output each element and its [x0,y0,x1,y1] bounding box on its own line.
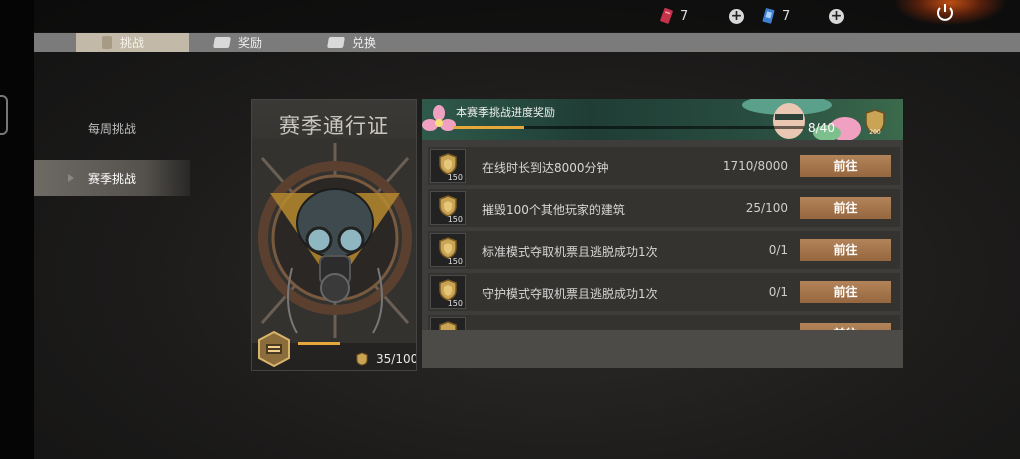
tab-label: 兑换 [352,36,377,50]
sidenav-label: 每周挑战 [87,121,136,136]
go-button[interactable]: 前往 [800,239,891,261]
reward-amount: 150 [447,173,463,182]
blue-card-icon [762,8,775,24]
banner-progress-track [454,126,804,129]
banner-progress-fill [454,126,524,129]
go-button[interactable]: 前往 [800,155,891,177]
season-pass-title: 赛季通行证 [279,114,389,138]
side-handle[interactable] [0,95,8,135]
sidenav-weekly-challenge[interactable]: 每周挑战 [34,110,190,146]
shield-coin-icon [439,321,457,330]
shield-coin-icon [439,153,457,175]
challenge-description: 标准模式夺取机票且逃脱成功1次 [482,245,658,259]
season-pass-card[interactable]: 赛季通行证 35/100 [251,99,417,371]
shield-coin-icon [439,195,457,217]
flower-decoration [422,105,456,131]
red-ticket-icon [660,8,673,24]
season-pass-progress-bar [298,342,340,345]
shield-coin-icon [356,352,368,366]
challenge-progress: 0/1 [768,285,788,299]
rank-badge-icon [258,330,290,368]
tab-challenge[interactable]: 挑战 [76,33,189,52]
currency-value: 7 [680,8,689,24]
season-progress-banner: 本赛季挑战进度奖励 8/40 200 [422,99,903,140]
rewards-tab-icon [213,37,231,48]
banner-title: 本赛季挑战进度奖励 [456,106,555,119]
challenge-tab-icon [102,36,112,49]
challenge-row: 150 摧毁100个其他玩家的建筑 25/100 前往 [428,189,900,227]
challenge-list[interactable]: 150 在线时长到达8000分钟 1710/8000 前往 150 摧毁100个… [422,143,903,330]
currency-red-ticket: 7 [660,8,688,24]
sidenav-label: 赛季挑战 [87,171,136,186]
power-icon[interactable] [934,1,956,23]
challenge-row: 150 在线时长到达8000分钟 1710/8000 前往 [428,147,900,185]
go-button[interactable]: 前往 [800,281,891,303]
exchange-tab-icon [327,37,345,48]
game-screen: 7 + 7 + 挑战 奖励 兑换 每周挑战 赛季挑战 赛季通行证 35/100 … [0,0,1020,459]
reward-box: 150 [430,191,466,225]
sidenav-season-challenge[interactable]: 赛季挑战 [34,160,190,196]
currency-blue-card: 7 [762,8,790,24]
challenge-progress: 0/1 [768,243,788,257]
reward-amount: 150 [447,257,463,266]
shield-coin-icon [439,237,457,259]
challenge-row: 150 守护模式夺取机票且逃脱成功1次 0/1 前往 [428,273,900,311]
tab-exchange[interactable]: 兑换 [327,33,428,52]
add-red-ticket-button[interactable]: + [729,9,744,24]
reward-box: 150 [430,275,466,309]
go-button[interactable]: 前往 [800,197,891,219]
reward-box: 150 [430,233,466,267]
banner-count: 8/40 [808,121,835,135]
challenge-panel-footer [422,330,903,368]
challenge-description: 在线时长到达8000分钟 [482,161,609,175]
challenge-progress: 25/100 [745,201,788,215]
challenge-description: 守护模式夺取机票且逃脱成功1次 [482,287,658,301]
tab-label: 奖励 [238,36,263,50]
currency-bar [34,0,1020,32]
chevron-right-icon [68,174,74,182]
reward-chest-icon[interactable]: 200 [863,108,887,136]
banner-reward-value: 200 [869,129,881,136]
reward-amount: 150 [447,299,463,308]
challenge-row: 150 标准模式夺取机票且逃脱成功1次 0/1 前往 [428,231,900,269]
reward-box: 150 [430,149,466,183]
tab-rewards[interactable]: 奖励 [213,33,314,52]
reward-box: 150 [430,317,466,330]
add-blue-card-button[interactable]: + [829,9,844,24]
gas-mask-emblem [252,138,416,343]
go-button[interactable]: 前往 [800,323,891,330]
tab-label: 挑战 [120,36,145,50]
challenge-progress: 1710/8000 [722,159,788,173]
challenge-row: 150 前往 [428,315,900,330]
currency-value: 7 [782,8,791,24]
left-edge [0,0,34,459]
challenge-description: 摧毁100个其他玩家的建筑 [482,203,625,217]
season-pass-count: 35/100 [376,352,417,366]
character-portrait [742,99,861,140]
shield-coin-icon [439,279,457,301]
reward-amount: 150 [447,215,463,224]
